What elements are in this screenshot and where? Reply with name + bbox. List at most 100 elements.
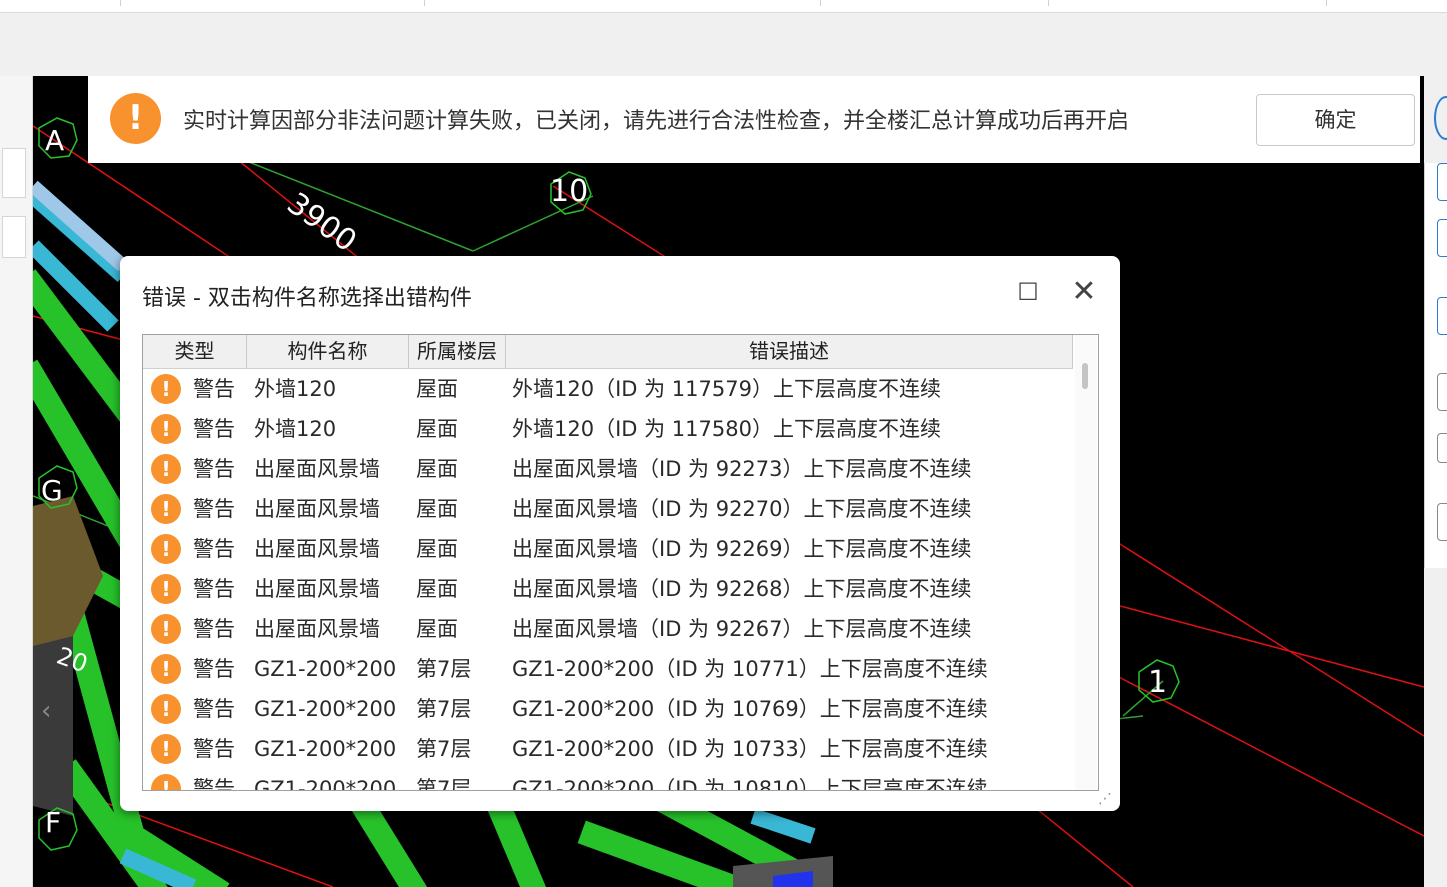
cell-type: 警告 bbox=[193, 497, 235, 521]
toolbar-button[interactable] bbox=[1437, 503, 1447, 541]
cell-type: 警告 bbox=[193, 417, 235, 441]
table-row[interactable]: ! 警告 GZ1-200*200 第7层 GZ1-200*200（ID 为 10810）… bbox=[143, 769, 1073, 791]
warning-icon: ! bbox=[110, 93, 161, 144]
window-top-strip bbox=[0, 0, 1447, 13]
error-dialog: 错误 - 双击构件名称选择出错构件 ☐ ✕ 类型 构件名称 所属楼层 错误描述 … bbox=[120, 256, 1120, 811]
axis-label-10: 10 bbox=[550, 174, 589, 209]
warning-icon: ! bbox=[151, 774, 181, 790]
table-row[interactable]: ! 警告 外墙120 屋面 外墙120（ID 为 117580）上下层高度不连续 bbox=[143, 409, 1073, 449]
cell-type: 警告 bbox=[193, 457, 235, 481]
tab-separator bbox=[1048, 0, 1049, 6]
cell-component-name[interactable]: GZ1-200*200 bbox=[254, 689, 396, 729]
cell-description: 出屋面风景墙（ID 为 92267）上下层高度不连续 bbox=[512, 617, 972, 641]
cell-floor: 屋面 bbox=[416, 617, 458, 641]
cell-description: 出屋面风景墙（ID 为 92273）上下层高度不连续 bbox=[512, 457, 972, 481]
toolbar-button[interactable] bbox=[1437, 219, 1447, 257]
tab-separator bbox=[1326, 0, 1327, 6]
cell-description: 外墙120（ID 为 117580）上下层高度不连续 bbox=[512, 417, 941, 441]
left-side-panel[interactable] bbox=[0, 76, 33, 887]
cell-component-name[interactable]: 出屋面风景墙 bbox=[254, 609, 380, 649]
toolbar-button[interactable] bbox=[1437, 297, 1447, 335]
table-row[interactable]: ! 警告 出屋面风景墙 屋面 出屋面风景墙（ID 为 92267）上下层高度不连续 bbox=[143, 609, 1073, 649]
cell-description: 外墙120（ID 为 117579）上下层高度不连续 bbox=[512, 377, 941, 401]
help-icon[interactable] bbox=[1434, 96, 1447, 140]
cell-component-name[interactable]: GZ1-200*200 bbox=[254, 649, 396, 689]
cell-component-name[interactable]: 出屋面风景墙 bbox=[254, 449, 380, 489]
cell-description: GZ1-200*200（ID 为 10733）上下层高度不连续 bbox=[512, 737, 988, 761]
vertical-scrollbar[interactable] bbox=[1075, 335, 1097, 790]
warning-icon: ! bbox=[151, 454, 181, 484]
cell-component-name[interactable]: 外墙120 bbox=[254, 369, 336, 409]
cell-component-name[interactable]: 出屋面风景墙 bbox=[254, 529, 380, 569]
cell-floor: 第7层 bbox=[416, 737, 472, 761]
cell-type: 警告 bbox=[193, 737, 235, 761]
cell-component-name[interactable]: 出屋面风景墙 bbox=[254, 489, 380, 529]
scrollbar-thumb[interactable] bbox=[1082, 363, 1088, 389]
warning-icon: ! bbox=[151, 694, 181, 724]
column-header-type[interactable]: 类型 bbox=[143, 335, 247, 368]
cell-component-name[interactable]: 出屋面风景墙 bbox=[254, 569, 380, 609]
cell-floor: 屋面 bbox=[416, 417, 458, 441]
cell-type: 警告 bbox=[193, 777, 235, 791]
cell-description: 出屋面风景墙（ID 为 92268）上下层高度不连续 bbox=[512, 577, 972, 601]
table-header: 类型 构件名称 所属楼层 错误描述 bbox=[143, 335, 1073, 369]
cell-type: 警告 bbox=[193, 657, 235, 681]
table-row[interactable]: ! 警告 外墙120 屋面 外墙120（ID 为 117579）上下层高度不连续 bbox=[143, 369, 1073, 409]
column-header-description[interactable]: 错误描述 bbox=[506, 335, 1073, 368]
toolbar-button[interactable] bbox=[1437, 373, 1447, 411]
table-row[interactable]: ! 警告 出屋面风景墙 屋面 出屋面风景墙（ID 为 92270）上下层高度不连续 bbox=[143, 489, 1073, 529]
column-header-name[interactable]: 构件名称 bbox=[247, 335, 409, 368]
warning-icon: ! bbox=[151, 574, 181, 604]
warning-icon: ! bbox=[151, 414, 181, 444]
cell-description: 出屋面风景墙（ID 为 92269）上下层高度不连续 bbox=[512, 537, 972, 561]
chevron-left-icon[interactable]: ‹ bbox=[41, 696, 51, 726]
tab-separator bbox=[120, 0, 121, 6]
tab-separator bbox=[820, 0, 821, 6]
cell-component-name[interactable]: 外墙120 bbox=[254, 409, 336, 449]
axis-label-f: F bbox=[45, 806, 62, 839]
table-row[interactable]: ! 警告 GZ1-200*200 第7层 GZ1-200*200（ID 为 10771）… bbox=[143, 649, 1073, 689]
resize-grip-icon[interactable]: ⋰ bbox=[1098, 791, 1114, 807]
cell-floor: 屋面 bbox=[416, 377, 458, 401]
side-tab[interactable] bbox=[2, 148, 26, 198]
cell-component-name[interactable]: GZ1-200*200 bbox=[254, 769, 396, 790]
side-tab[interactable] bbox=[2, 216, 26, 258]
cell-floor: 屋面 bbox=[416, 577, 458, 601]
cell-floor: 第7层 bbox=[416, 697, 472, 721]
toolbar-button[interactable] bbox=[1437, 433, 1447, 463]
cell-floor: 屋面 bbox=[416, 537, 458, 561]
table-row[interactable]: ! 警告 出屋面风景墙 屋面 出屋面风景墙（ID 为 92269）上下层高度不连续 bbox=[143, 529, 1073, 569]
cell-description: 出屋面风景墙（ID 为 92270）上下层高度不连续 bbox=[512, 497, 972, 521]
maximize-icon[interactable]: ☐ bbox=[1016, 280, 1040, 304]
table-row[interactable]: ! 警告 GZ1-200*200 第7层 GZ1-200*200（ID 为 10769）… bbox=[143, 689, 1073, 729]
warning-icon: ! bbox=[151, 374, 181, 404]
notification-banner: ! 实时计算因部分非法问题计算失败，已关闭，请先进行合法性检查，并全楼汇总计算成… bbox=[88, 76, 1420, 163]
warning-icon: ! bbox=[151, 654, 181, 684]
right-toolbar bbox=[1424, 163, 1447, 568]
cell-type: 警告 bbox=[193, 537, 235, 561]
close-icon[interactable]: ✕ bbox=[1070, 277, 1098, 307]
axis-label-g: G bbox=[41, 474, 63, 507]
cell-type: 警告 bbox=[193, 697, 235, 721]
cell-description: GZ1-200*200（ID 为 10810）上下层高度不连续 bbox=[512, 777, 988, 791]
notification-message: 实时计算因部分非法问题计算失败，已关闭，请先进行合法性检查，并全楼汇总计算成功后… bbox=[183, 109, 1130, 134]
warning-icon: ! bbox=[151, 534, 181, 564]
cell-type: 警告 bbox=[193, 617, 235, 641]
cell-description: GZ1-200*200（ID 为 10771）上下层高度不连续 bbox=[512, 657, 988, 681]
cell-component-name[interactable]: GZ1-200*200 bbox=[254, 729, 396, 769]
cell-floor: 第7层 bbox=[416, 777, 472, 791]
axis-label-1: 1 bbox=[1148, 665, 1168, 700]
axis-label-a: A bbox=[45, 124, 65, 157]
toolbar-button[interactable] bbox=[1437, 163, 1447, 201]
warning-icon: ! bbox=[151, 494, 181, 524]
cell-description: GZ1-200*200（ID 为 10769）上下层高度不连续 bbox=[512, 697, 988, 721]
column-header-floor[interactable]: 所属楼层 bbox=[409, 335, 506, 368]
table-row[interactable]: ! 警告 出屋面风景墙 屋面 出屋面风景墙（ID 为 92273）上下层高度不连续 bbox=[143, 449, 1073, 489]
confirm-button[interactable]: 确定 bbox=[1256, 94, 1415, 146]
cell-type: 警告 bbox=[193, 577, 235, 601]
dialog-title: 错误 - 双击构件名称选择出错构件 bbox=[142, 286, 472, 311]
table-row[interactable]: ! 警告 GZ1-200*200 第7层 GZ1-200*200（ID 为 10733）… bbox=[143, 729, 1073, 769]
table-row[interactable]: ! 警告 出屋面风景墙 屋面 出屋面风景墙（ID 为 92268）上下层高度不连续 bbox=[143, 569, 1073, 609]
error-table: 类型 构件名称 所属楼层 错误描述 ! 警告 外墙120 屋面 外墙120（ID 为 1… bbox=[142, 334, 1099, 791]
warning-icon: ! bbox=[151, 614, 181, 644]
